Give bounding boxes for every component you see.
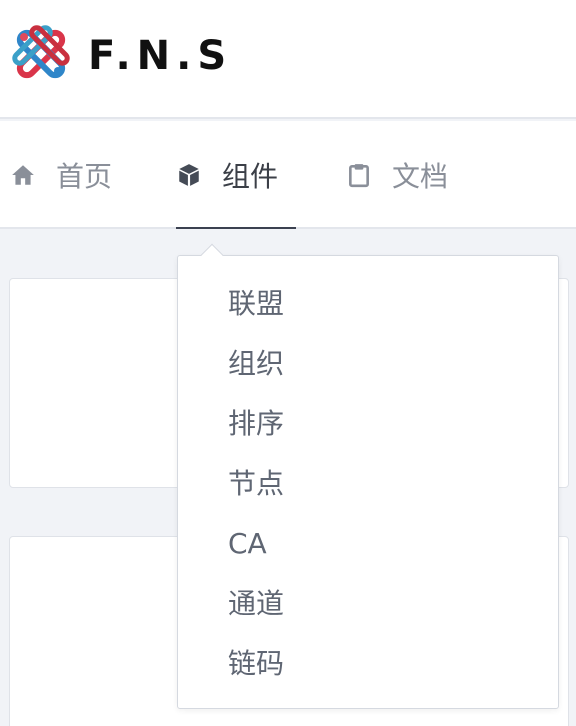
logo-icon[interactable] [10,23,72,85]
menu-item-channel[interactable]: 通道 [228,584,284,624]
menu-item-organization[interactable]: 组织 [228,344,284,384]
nav-item-components[interactable]: 组件 [176,121,296,229]
nav-item-label: 文档 [392,160,449,193]
menu-item-ca[interactable]: CA [228,524,267,564]
home-icon [12,165,34,185]
clipboard-icon [349,164,369,188]
menu-item-chaincode[interactable]: 链码 [228,644,284,684]
menu-item-alliance[interactable]: 联盟 [228,284,284,324]
nav-item-label: 首页 [56,160,113,193]
nav-item-docs[interactable]: 文档 [346,121,448,229]
dropdown-arrow [200,243,224,267]
menu-item-orderer[interactable]: 排序 [228,404,284,444]
brand-name: F.N.S [88,33,233,79]
top-nav: 首页 组件 文档 [0,121,576,229]
cube-icon [179,164,199,186]
menu-item-peer[interactable]: 节点 [228,464,284,504]
nav-item-home[interactable]: 首页 [10,121,112,229]
app-header: F.N.S [0,0,576,119]
nav-item-label: 组件 [222,160,279,193]
components-dropdown-menu: 联盟 组织 排序 节点 CA 通道 链码 [177,243,559,709]
